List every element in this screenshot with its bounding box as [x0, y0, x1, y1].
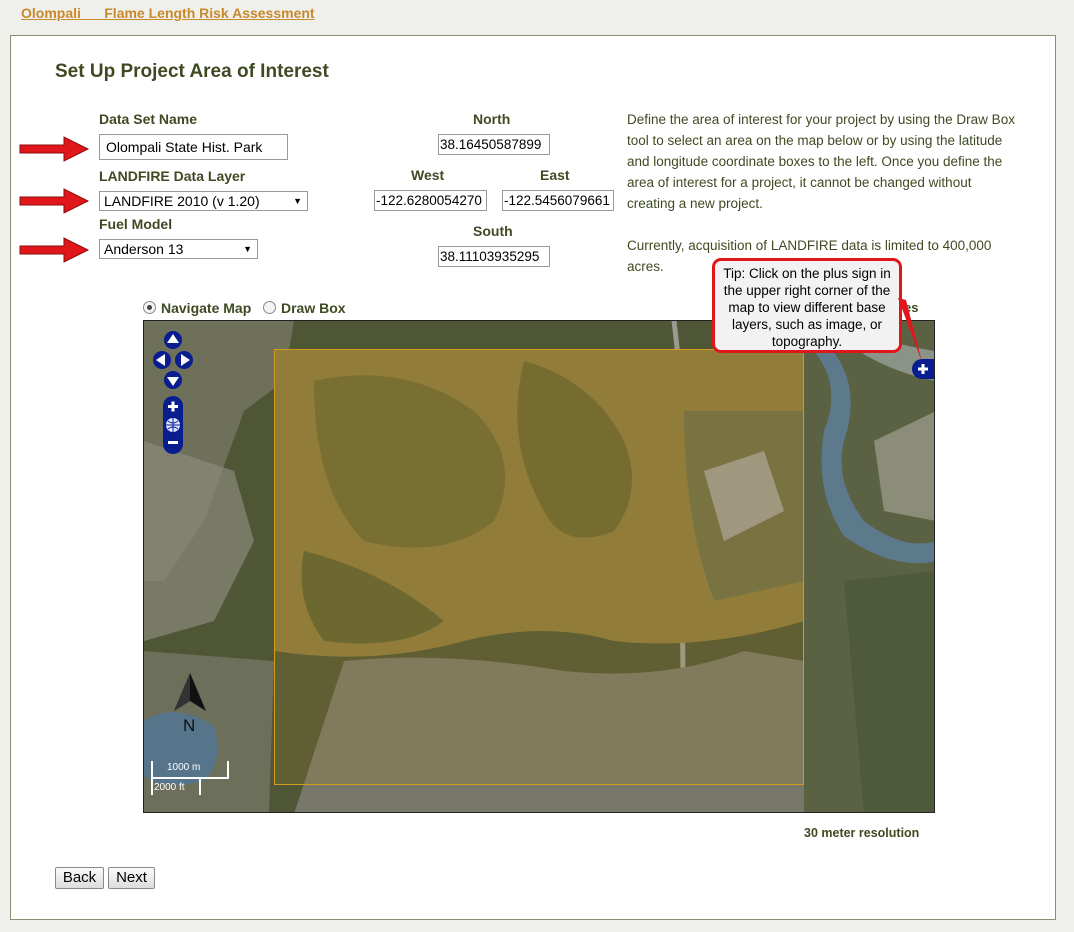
radio-unchecked-icon — [263, 301, 276, 314]
draw-box-label: Draw Box — [281, 300, 346, 316]
east-input[interactable]: -122.5456079661 — [502, 190, 614, 211]
navigate-map-label: Navigate Map — [161, 300, 252, 316]
north-arrow-icon: N — [174, 673, 206, 733]
instructions-paragraph: Define the area of interest for your pro… — [627, 112, 1015, 211]
south-input[interactable]: 38.11103935295 — [438, 246, 550, 267]
red-arrow-icon — [19, 136, 90, 162]
fuel-model-select[interactable]: Anderson 13 ▼ — [99, 239, 258, 259]
zoom-control[interactable] — [162, 395, 184, 455]
dropdown-arrow-icon: ▼ — [243, 244, 252, 254]
landfire-select[interactable]: LANDFIRE 2010 (v 1.20) ▼ — [99, 191, 308, 211]
draw-box-radio[interactable]: Draw Box — [263, 300, 346, 316]
page-title: Set Up Project Area of Interest — [55, 61, 329, 82]
dataset-name-label: Data Set Name — [99, 111, 198, 127]
scale-metric-label: 1000 m — [167, 762, 201, 773]
back-button[interactable]: Back — [55, 867, 104, 889]
fuel-model-select-value: Anderson 13 — [104, 241, 184, 257]
east-label: East — [540, 167, 570, 183]
dataset-name-input[interactable]: Olompali State Hist. Park — [99, 134, 288, 160]
pan-control[interactable] — [152, 329, 194, 391]
resolution-label: 30 meter resolution — [804, 826, 920, 840]
west-input[interactable]: -122.6280054270 — [374, 190, 487, 211]
breadcrumb-link[interactable]: Olompali __ Flame Length Risk Assessment — [21, 5, 315, 21]
map-viewport[interactable]: N 1000 m 2000 ft — [143, 320, 935, 813]
area-of-interest-box[interactable] — [274, 349, 804, 785]
west-label: West — [411, 167, 445, 183]
red-arrow-icon — [19, 188, 90, 214]
south-label: South — [473, 223, 513, 239]
north-letter: N — [183, 716, 195, 733]
tip-callout: Tip: Click on the plus sign in the upper… — [712, 258, 902, 353]
fuel-model-label: Fuel Model — [99, 216, 173, 232]
landfire-select-value: LANDFIRE 2010 (v 1.20) — [104, 193, 260, 209]
navigate-map-radio[interactable]: Navigate Map — [143, 300, 251, 316]
radio-checked-icon — [143, 301, 156, 314]
north-label: North — [473, 111, 511, 127]
next-button[interactable]: Next — [108, 867, 155, 889]
landfire-label: LANDFIRE Data Layer — [99, 168, 246, 184]
scale-bar: 1000 m 2000 ft — [151, 761, 229, 795]
north-input[interactable]: 38.16450587899 — [438, 134, 550, 155]
red-arrow-icon — [19, 237, 90, 263]
callout-pointer — [898, 298, 922, 362]
dropdown-arrow-icon: ▼ — [293, 196, 302, 206]
scale-imperial-label: 2000 ft — [154, 782, 185, 793]
